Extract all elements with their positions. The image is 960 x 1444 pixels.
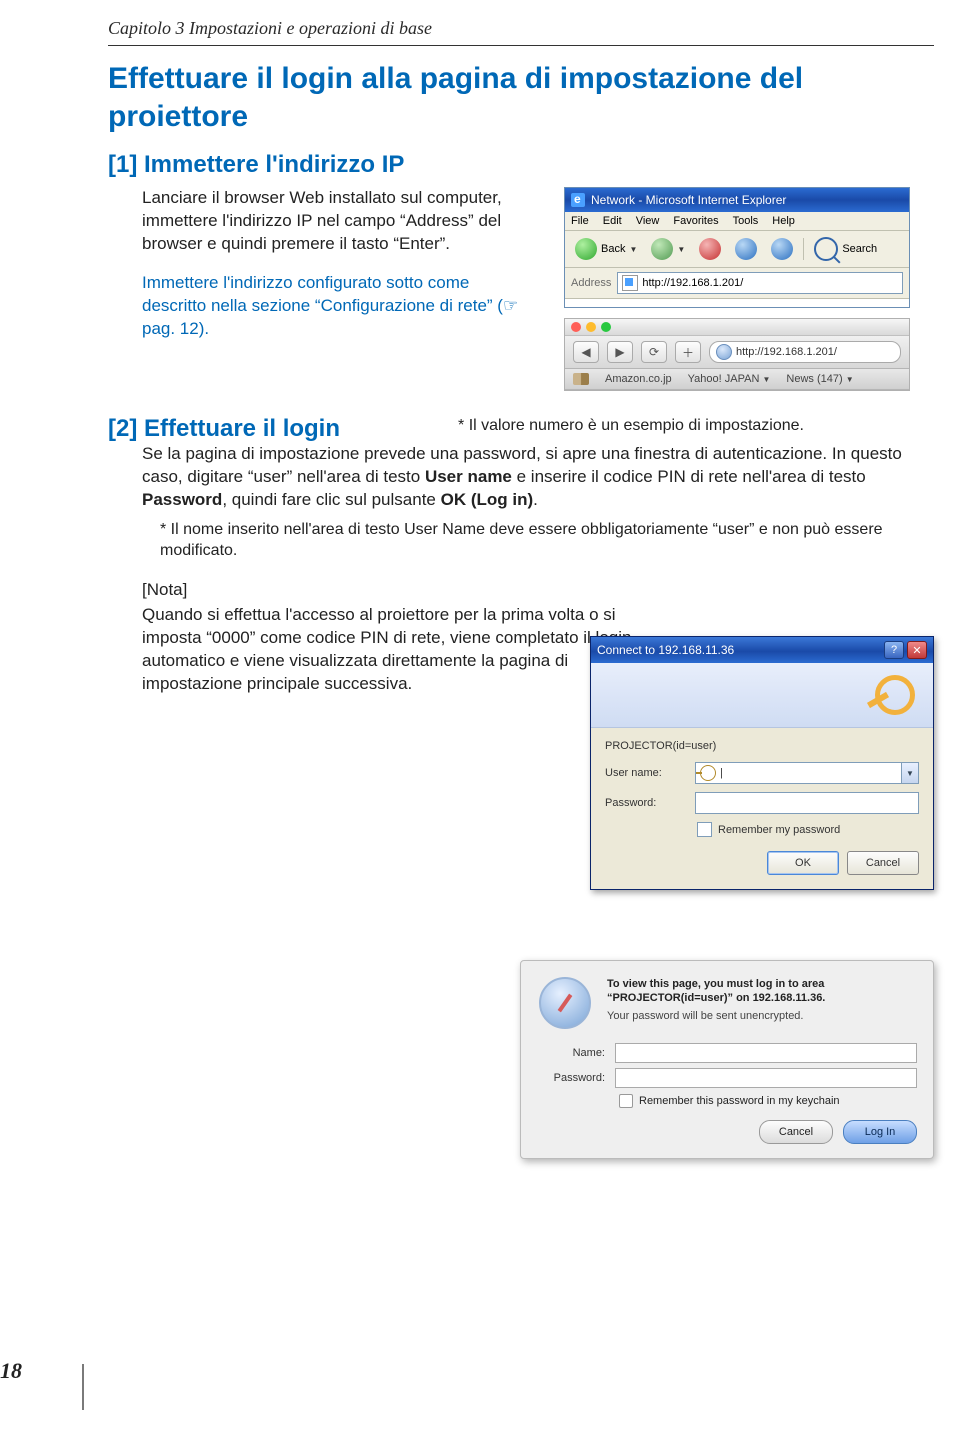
close-button[interactable]: ✕ <box>907 641 927 659</box>
mac-password-input[interactable] <box>615 1068 917 1088</box>
safari-window: ◀ ▶ ⟳ ＋ http://192.168.1.201/ Amazon.co.… <box>564 318 910 391</box>
refresh-button[interactable] <box>731 236 761 262</box>
realm-text: PROJECTOR(id=user) <box>605 740 919 752</box>
main-title: Effettuare il login alla pagina di impos… <box>108 60 934 135</box>
keys-icon <box>863 673 921 717</box>
section2-asterisk: * Il valore numero è un esempio di impos… <box>458 417 804 435</box>
dialog-banner <box>591 663 933 728</box>
section2-paragraph: Se la pagina di impostazione prevede una… <box>142 443 934 512</box>
menu-view[interactable]: View <box>636 215 660 227</box>
ie-toolbar: Back▼ ▼ Search <box>565 231 909 268</box>
forward-button[interactable]: ▼ <box>647 236 689 262</box>
ie-logo-icon <box>571 193 585 207</box>
sf-add-button[interactable]: ＋ <box>675 341 701 363</box>
address-text: http://192.168.1.201/ <box>642 277 743 289</box>
mac-name-label: Name: <box>537 1047 605 1059</box>
section2-title: [2] Effettuare il login <box>108 415 340 443</box>
page-number: 18 <box>0 1358 22 1410</box>
user-key-icon <box>700 765 716 781</box>
sf-reload-button[interactable]: ⟳ <box>641 341 667 363</box>
dialog-titlebar: Connect to 192.168.11.36 ? ✕ <box>591 637 933 663</box>
mac-name-input[interactable] <box>615 1043 917 1063</box>
mac-password-label: Password: <box>537 1072 605 1084</box>
sf-address-text: http://192.168.1.201/ <box>736 346 837 358</box>
page-number-block: 18 <box>0 1358 90 1410</box>
note-block: [Nota] Quando si effettua l'accesso al p… <box>142 579 650 696</box>
menu-help[interactable]: Help <box>772 215 795 227</box>
bookmarks-icon[interactable] <box>573 373 589 385</box>
address-input[interactable]: http://192.168.1.201/ <box>617 272 903 294</box>
close-icon[interactable] <box>571 322 581 332</box>
section1-p1: Lanciare il browser Web installato sul c… <box>142 187 538 256</box>
refresh-icon <box>735 238 757 260</box>
mac-message: To view this page, you must log in to ar… <box>607 977 917 1006</box>
bookmark-amazon[interactable]: Amazon.co.jp <box>605 373 672 385</box>
mac-cancel-button[interactable]: Cancel <box>759 1120 833 1144</box>
forward-icon <box>651 238 673 260</box>
back-icon <box>575 238 597 260</box>
home-icon <box>771 238 793 260</box>
cancel-button[interactable]: Cancel <box>847 851 919 875</box>
remember-label: Remember my password <box>718 824 840 836</box>
safari-bookmark-bar: Amazon.co.jp Yahoo! JAPAN ▼ News (147) ▼ <box>565 369 909 390</box>
bookmark-news[interactable]: News (147) ▼ <box>786 373 853 385</box>
sf-back-button[interactable]: ◀ <box>573 341 599 363</box>
note-body: Quando si effettua l'accesso al proietto… <box>142 605 631 693</box>
mac-remember-checkbox[interactable] <box>619 1094 633 1108</box>
menu-favorites[interactable]: Favorites <box>673 215 718 227</box>
bookmark-yahoo[interactable]: Yahoo! JAPAN ▼ <box>688 373 771 385</box>
section1-p2: Immettere l'indirizzo configurato sotto … <box>142 272 538 341</box>
ie-window: Network - Microsoft Internet Explorer Fi… <box>564 187 910 308</box>
mac-warning: Your password will be sent unencrypted. <box>607 1010 917 1022</box>
mac-auth-dialog: To view this page, you must log in to ar… <box>520 960 934 1159</box>
sf-forward-button[interactable]: ▶ <box>607 341 633 363</box>
ie-title-text: Network - Microsoft Internet Explorer <box>591 193 786 207</box>
home-button[interactable] <box>767 236 797 262</box>
search-icon <box>814 237 838 261</box>
username-label: User name: <box>605 767 685 779</box>
password-label: Password: <box>605 797 685 809</box>
safari-titlebar <box>565 319 909 336</box>
compass-icon <box>716 344 732 360</box>
section2-small-note: * Il nome inserito nell'area di testo Us… <box>160 520 934 562</box>
menu-file[interactable]: File <box>571 215 589 227</box>
stop-button[interactable] <box>695 236 725 262</box>
chevron-down-icon[interactable]: ▼ <box>901 763 918 783</box>
section1-title: [1] Immettere l'indirizzo IP <box>108 151 934 179</box>
zoom-icon[interactable] <box>601 322 611 332</box>
mac-remember-label: Remember this password in my keychain <box>639 1095 840 1107</box>
dialog-title: Connect to 192.168.11.36 <box>597 643 734 657</box>
stop-icon <box>699 238 721 260</box>
ok-button[interactable]: OK <box>767 851 839 875</box>
minimize-icon[interactable] <box>586 322 596 332</box>
ie-menubar[interactable]: File Edit View Favorites Tools Help <box>565 212 909 231</box>
menu-tools[interactable]: Tools <box>733 215 759 227</box>
safari-toolbar: ◀ ▶ ⟳ ＋ http://192.168.1.201/ <box>565 336 909 369</box>
password-input[interactable] <box>695 792 919 814</box>
mac-login-button[interactable]: Log In <box>843 1120 917 1144</box>
ie-titlebar: Network - Microsoft Internet Explorer <box>565 188 909 212</box>
address-label: Address <box>571 277 611 289</box>
windows-auth-dialog: Connect to 192.168.11.36 ? ✕ PROJECTOR(i… <box>590 636 934 890</box>
search-button[interactable]: Search <box>810 235 881 263</box>
sf-address-input[interactable]: http://192.168.1.201/ <box>709 341 901 363</box>
remember-checkbox[interactable] <box>697 822 712 837</box>
username-input[interactable]: | ▼ <box>695 762 919 784</box>
safari-app-icon <box>539 977 591 1029</box>
page-icon <box>622 275 638 291</box>
ie-address-row: Address http://192.168.1.201/ <box>565 268 909 299</box>
note-label: [Nota] <box>142 579 650 602</box>
chapter-header: Capitolo 3 Impostazioni e operazioni di … <box>108 18 934 46</box>
menu-edit[interactable]: Edit <box>603 215 622 227</box>
help-button[interactable]: ? <box>884 641 904 659</box>
back-button[interactable]: Back▼ <box>571 236 641 262</box>
